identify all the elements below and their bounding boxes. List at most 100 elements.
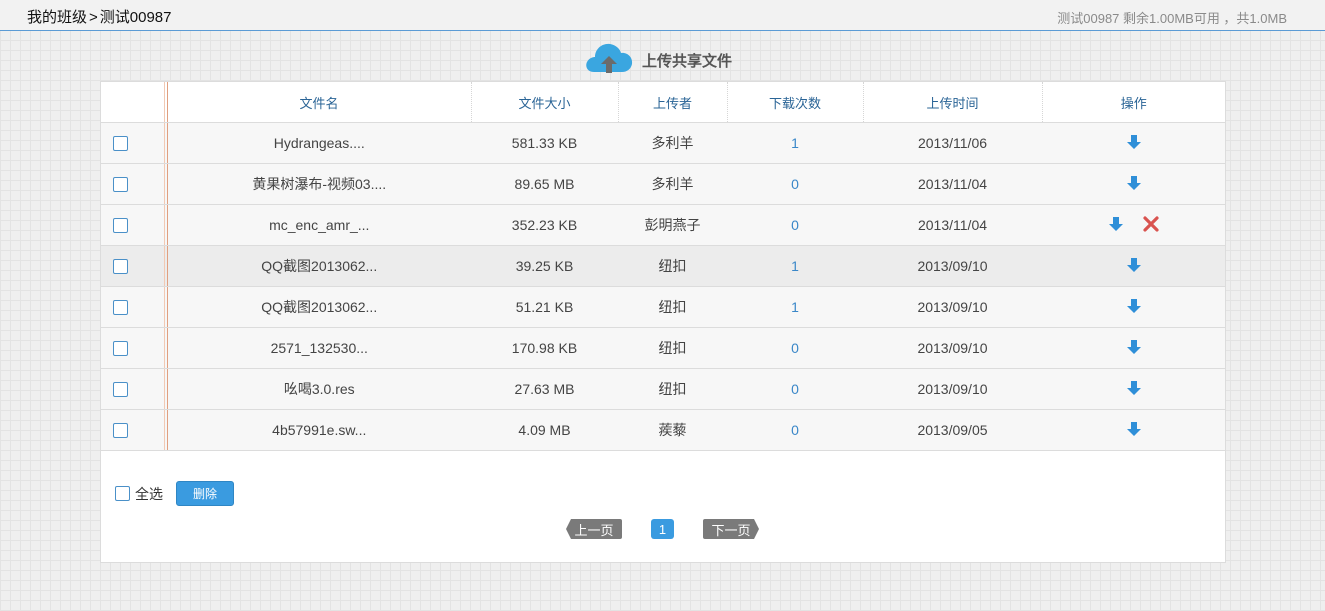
cell-actions: [1042, 122, 1225, 164]
prev-page-button[interactable]: 上一页: [566, 519, 622, 539]
cell-filesize: 170.98 KB: [471, 327, 618, 369]
cell-upload-time: 2013/09/10: [863, 286, 1042, 328]
cell-actions: [1042, 327, 1225, 369]
table-footer: 全选 删除: [115, 481, 234, 506]
header-uploader[interactable]: 上传者: [618, 82, 728, 123]
cell-filename[interactable]: Hydrangeas....: [167, 122, 471, 164]
header-filesize[interactable]: 文件大小: [471, 82, 619, 123]
row-checkbox-cell: [101, 286, 168, 328]
select-all-label[interactable]: 全选: [135, 484, 163, 504]
table-row: QQ截图2013062... 39.25 KB 纽扣 1 2013/09/10: [101, 245, 1225, 287]
storage-quota: 测试00987 剩余1.00MB可用 ，共1.0MB: [1057, 11, 1287, 26]
cell-filesize: 39.25 KB: [471, 245, 618, 287]
cell-actions: [1042, 286, 1225, 328]
breadcrumb: 我的班级 > 测试00987: [27, 6, 172, 27]
cell-filesize: 352.23 KB: [471, 204, 618, 246]
delete-icon[interactable]: [1142, 215, 1160, 233]
download-icon[interactable]: [1126, 175, 1142, 191]
cell-filename[interactable]: QQ截图2013062...: [167, 245, 471, 287]
cell-upload-time: 2013/11/04: [863, 204, 1042, 246]
cell-actions: [1042, 409, 1225, 451]
delete-button[interactable]: 删除: [176, 481, 234, 506]
row-checkbox[interactable]: [113, 136, 128, 152]
cell-upload-time: 2013/09/10: [863, 245, 1042, 287]
top-bar: 我的班级 > 测试00987 测试00987 剩余1.00MB可用 ，共1.0MB: [0, 0, 1325, 31]
header-downloads[interactable]: 下载次数: [727, 82, 864, 123]
cell-upload-time: 2013/11/04: [863, 163, 1042, 205]
row-checkbox-cell: [101, 409, 168, 451]
cell-uploader: 纽扣: [618, 245, 727, 287]
row-checkbox[interactable]: [113, 382, 128, 398]
cell-upload-time: 2013/09/05: [863, 409, 1042, 451]
cell-filename[interactable]: 2571_132530...: [167, 327, 471, 369]
select-all-checkbox[interactable]: [115, 486, 130, 501]
cell-downloads: 1: [727, 286, 863, 328]
cell-uploader: 纽扣: [618, 368, 727, 410]
cell-downloads: 0: [727, 368, 863, 410]
cell-downloads: 1: [727, 122, 863, 164]
download-icon[interactable]: [1126, 298, 1142, 314]
cell-downloads: 1: [727, 245, 863, 287]
breadcrumb-class[interactable]: 我的班级: [27, 9, 87, 26]
download-icon[interactable]: [1126, 257, 1142, 273]
cell-uploader: 多利羊: [618, 163, 727, 205]
table-row: mc_enc_amr_... 352.23 KB 彭明燕子 0 2013/11/04: [101, 204, 1225, 246]
cell-uploader: 蒺藜: [618, 409, 727, 451]
file-list-panel: 文件名 文件大小 上传者 下载次数 上传时间 操作 Hydrangeas....…: [100, 81, 1226, 563]
table-row: 2571_132530... 170.98 KB 纽扣 0 2013/09/10: [101, 327, 1225, 369]
download-icon[interactable]: [1126, 380, 1142, 396]
row-checkbox[interactable]: [113, 300, 128, 316]
cell-uploader: 纽扣: [618, 286, 727, 328]
table-row: 黄果树瀑布-视频03.... 89.65 MB 多利羊 0 2013/11/04: [101, 163, 1225, 205]
cell-upload-time: 2013/09/10: [863, 368, 1042, 410]
cell-filename[interactable]: 吆喝3.0.res: [167, 368, 471, 410]
next-page-button[interactable]: 下一页: [703, 519, 759, 539]
upload-shared-file-button[interactable]: 上传共享文件: [584, 40, 732, 74]
breadcrumb-current: 测试00987: [99, 9, 172, 26]
cell-filesize: 4.09 MB: [471, 409, 618, 451]
table-row: QQ截图2013062... 51.21 KB 纽扣 1 2013/09/10: [101, 286, 1225, 328]
row-checkbox[interactable]: [113, 259, 128, 275]
cell-filesize: 27.63 MB: [471, 368, 618, 410]
download-icon[interactable]: [1108, 216, 1124, 232]
cell-filename[interactable]: 4b57991e.sw...: [167, 409, 471, 451]
row-checkbox[interactable]: [113, 341, 128, 357]
cell-actions: [1042, 163, 1225, 205]
header-checkbox-column: [101, 82, 168, 123]
row-checkbox[interactable]: [113, 218, 128, 234]
row-checkbox-cell: [101, 327, 168, 369]
cell-filename[interactable]: 黄果树瀑布-视频03....: [167, 163, 471, 205]
breadcrumb-separator: >: [89, 9, 98, 26]
cell-filesize: 51.21 KB: [471, 286, 618, 328]
header-upload-time[interactable]: 上传时间: [863, 82, 1043, 123]
cell-filesize: 89.65 MB: [471, 163, 618, 205]
cell-uploader: 多利羊: [618, 122, 727, 164]
row-checkbox-cell: [101, 122, 168, 164]
table-row: 吆喝3.0.res 27.63 MB 纽扣 0 2013/09/10: [101, 368, 1225, 410]
row-checkbox-cell: [101, 245, 168, 287]
cell-actions: [1042, 204, 1225, 246]
cell-actions: [1042, 368, 1225, 410]
cell-filesize: 581.33 KB: [471, 122, 618, 164]
upload-label: 上传共享文件: [642, 52, 733, 70]
row-checkbox-cell: [101, 163, 168, 205]
current-page[interactable]: 1: [651, 519, 674, 539]
cell-downloads: 0: [727, 204, 863, 246]
cell-upload-time: 2013/11/06: [863, 122, 1042, 164]
header-filename[interactable]: 文件名: [167, 82, 472, 123]
cell-downloads: 0: [727, 327, 863, 369]
download-icon[interactable]: [1126, 421, 1142, 437]
cell-uploader: 彭明燕子: [618, 204, 727, 246]
header-actions: 操作: [1042, 82, 1225, 123]
download-icon[interactable]: [1126, 134, 1142, 150]
cell-upload-time: 2013/09/10: [863, 327, 1042, 369]
cell-filename[interactable]: QQ截图2013062...: [167, 286, 471, 328]
cell-filename[interactable]: mc_enc_amr_...: [167, 204, 471, 246]
row-checkbox-cell: [101, 204, 168, 246]
download-icon[interactable]: [1126, 339, 1142, 355]
file-table: 文件名 文件大小 上传者 下载次数 上传时间 操作 Hydrangeas....…: [101, 82, 1225, 451]
cell-downloads: 0: [727, 163, 863, 205]
cell-uploader: 纽扣: [618, 327, 727, 369]
row-checkbox[interactable]: [113, 177, 128, 193]
row-checkbox[interactable]: [113, 423, 128, 439]
